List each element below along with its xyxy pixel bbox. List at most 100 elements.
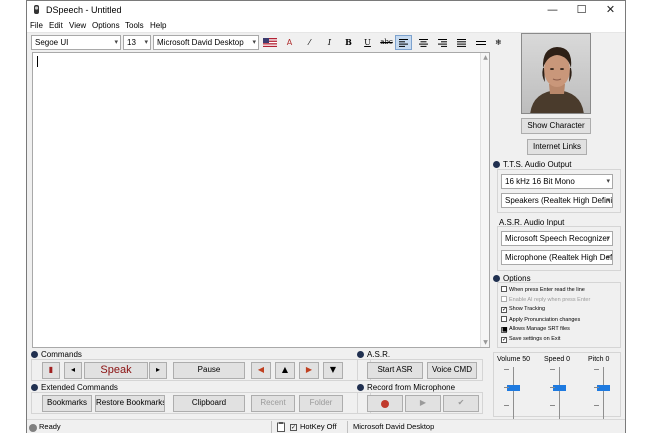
strikethrough-button[interactable]: abc: [378, 35, 395, 50]
slider-tick: [550, 387, 555, 388]
previous-button[interactable]: ◂: [64, 362, 82, 379]
recent-button[interactable]: Recent: [251, 395, 295, 412]
justify-button[interactable]: [453, 35, 470, 50]
size-select[interactable]: 13 ▾: [123, 35, 151, 50]
checkbox[interactable]: ■: [501, 327, 508, 333]
arrow-down-button[interactable]: ▼: [323, 362, 343, 379]
speed-thumb[interactable]: [553, 385, 566, 391]
horizontal-line-icon: [475, 41, 486, 45]
minimize-button[interactable]: —: [538, 1, 567, 19]
recognizer-select[interactable]: Microsoft Speech Recognizer 8 ▾: [501, 231, 613, 246]
app-icon: [34, 5, 39, 14]
option-pronunciation[interactable]: Apply Pronunciation changes: [501, 316, 580, 323]
option-show-tracking[interactable]: ✓ Show Tracking: [501, 306, 545, 313]
output-device-select[interactable]: Speakers (Realtek High Definiti ▾: [501, 193, 613, 208]
bold-button[interactable]: B: [340, 35, 357, 50]
bullet-icon: [31, 351, 38, 358]
slider-tick: [504, 369, 509, 370]
font-select[interactable]: Segoe UI ▾: [31, 35, 121, 50]
language-flag-button[interactable]: [261, 35, 278, 50]
chevron-down-icon: ▾: [606, 253, 610, 261]
pitch-thumb[interactable]: [597, 385, 610, 391]
slider-tick: [594, 387, 599, 388]
menu-options[interactable]: Options: [92, 21, 120, 30]
italic-button[interactable]: I: [321, 35, 338, 50]
output-device-value: Speakers (Realtek High Definiti: [505, 196, 613, 205]
play-recording-button[interactable]: ▶: [405, 395, 441, 412]
menu-tools[interactable]: Tools: [125, 21, 144, 30]
option-save-settings[interactable]: ✓ Save settings on Exit: [501, 336, 560, 343]
arrow-right-icon: ▶: [305, 365, 313, 374]
editor-scrollbar[interactable]: ▲ ▼: [480, 53, 489, 347]
scroll-down-icon[interactable]: ▼: [481, 339, 490, 346]
arrow-left-button[interactable]: ◀: [251, 362, 271, 379]
record-button[interactable]: [367, 395, 403, 412]
menu-file[interactable]: File: [30, 21, 43, 30]
tts-heading-label: T.T.S. Audio Output: [503, 160, 572, 169]
arrow-up-button[interactable]: ▲: [275, 362, 295, 379]
checkbox[interactable]: ✓: [501, 337, 507, 343]
character-portrait: [530, 47, 584, 113]
text-editor[interactable]: ▲ ▼: [32, 52, 490, 348]
folder-button[interactable]: Folder: [299, 395, 343, 412]
restore-bookmarks-button[interactable]: Restore Bookmarks: [95, 395, 165, 412]
snowflake-icon: ❄: [495, 38, 502, 47]
menu-view[interactable]: View: [69, 21, 86, 30]
align-right-button[interactable]: [434, 35, 451, 50]
record-heading-label: Record from Microphone: [367, 383, 456, 392]
checkbox[interactable]: [501, 286, 507, 292]
play-icon: ▶: [419, 398, 427, 407]
menu-bar: File Edit View Options Tools Help: [27, 19, 625, 33]
close-button[interactable]: ✕: [596, 1, 625, 19]
align-left-button[interactable]: [395, 35, 412, 50]
chevron-down-icon: ▾: [606, 234, 610, 242]
voice-select[interactable]: Microsoft David Desktop ▾: [153, 35, 259, 50]
voice-cmd-button[interactable]: Voice CMD: [427, 362, 477, 379]
slider-tick: [504, 405, 509, 406]
internet-links-button[interactable]: Internet Links: [527, 139, 587, 155]
clear-format-button[interactable]: A: [281, 35, 298, 50]
align-center-button[interactable]: [415, 35, 432, 50]
us-flag-icon: [262, 38, 277, 47]
audio-format-select[interactable]: 16 kHz 16 Bit Mono ▾: [501, 174, 613, 189]
slider-tick: [594, 405, 599, 406]
size-value: 13: [127, 38, 136, 47]
maximize-button[interactable]: ☐: [567, 1, 596, 19]
volume-thumb[interactable]: [507, 385, 520, 391]
underline-button[interactable]: U: [359, 35, 376, 50]
format-brush-button[interactable]: ⁄: [301, 35, 318, 50]
option-srt-files[interactable]: ■Allows Manage SRT files: [501, 326, 570, 333]
speak-button[interactable]: Speak: [84, 362, 148, 379]
effects-button[interactable]: ❄: [490, 35, 507, 50]
volume-slider[interactable]: [513, 367, 514, 419]
speed-slider[interactable]: [559, 367, 560, 419]
checkbox[interactable]: [501, 296, 507, 302]
pause-button[interactable]: Pause: [173, 362, 245, 379]
scroll-up-icon[interactable]: ▲: [481, 54, 490, 61]
bookmarks-button[interactable]: Bookmarks: [42, 395, 92, 412]
line-button[interactable]: [472, 35, 489, 50]
checkbox[interactable]: [501, 316, 507, 322]
option-read-line[interactable]: When press Enter read the line: [501, 286, 585, 293]
show-character-button[interactable]: Show Character: [521, 118, 591, 134]
bullet-icon: [31, 384, 38, 391]
arrow-right-button[interactable]: ▶: [299, 362, 319, 379]
input-device-select[interactable]: Microphone (Realtek High Def ▾: [501, 250, 613, 265]
start-asr-button[interactable]: Start ASR: [367, 362, 423, 379]
option-ai-reply[interactable]: Enable AI reply when press Enter: [501, 296, 590, 303]
clipboard-button[interactable]: Clipboard: [173, 395, 245, 412]
menu-help[interactable]: Help: [150, 21, 166, 30]
slider-tick: [594, 369, 599, 370]
align-left-icon: [399, 39, 408, 47]
record-icon: [381, 400, 389, 408]
voice-value: Microsoft David Desktop: [157, 38, 244, 47]
menu-edit[interactable]: Edit: [49, 21, 63, 30]
record-heading: Record from Microphone: [357, 383, 455, 392]
checkbox[interactable]: ✓: [501, 307, 507, 313]
pitch-slider[interactable]: [603, 367, 604, 419]
next-button[interactable]: ▸: [149, 362, 167, 379]
stop-button[interactable]: ▮: [42, 362, 60, 379]
save-recording-button[interactable]: ✔: [443, 395, 479, 412]
arrow-up-icon: ▲: [281, 365, 289, 374]
asr-heading-label: A.S.R.: [367, 350, 391, 359]
